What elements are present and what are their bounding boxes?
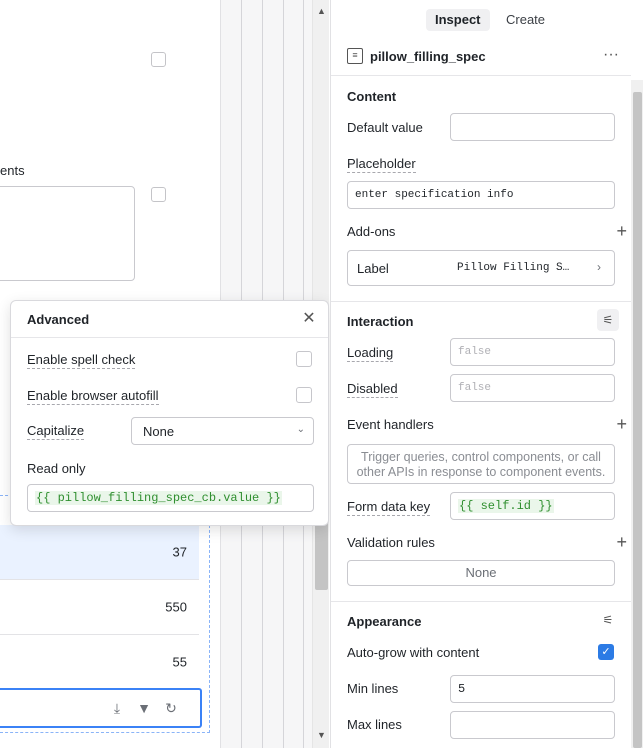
settings-sliders-icon[interactable]: ⚟ (597, 609, 619, 631)
tab-inspect[interactable]: Inspect (426, 9, 490, 31)
readonly-label: Read only (27, 461, 86, 476)
download-icon[interactable]: ⤓ (108, 699, 126, 717)
canvas-textarea[interactable] (0, 186, 135, 281)
loading-placeholder: false (458, 346, 492, 358)
add-addon-icon[interactable]: + (616, 222, 627, 240)
popover-title: Advanced (27, 312, 90, 327)
chevron-down-icon: ⌄ (296, 424, 305, 435)
table-row[interactable]: 37 (0, 525, 199, 580)
disabled-input[interactable]: false (450, 374, 615, 402)
add-event-handler-icon[interactable]: + (616, 415, 627, 433)
chevron-right-icon: › (597, 260, 601, 274)
autofill-label: Enable browser autofill (27, 388, 159, 405)
scroll-down-icon[interactable]: ▼ (313, 728, 330, 742)
refresh-icon[interactable]: ↻ (162, 699, 180, 717)
default-value-input[interactable] (450, 113, 615, 141)
placeholder-input[interactable]: enter specification info (347, 181, 615, 209)
component-header: ≡ pillow_filling_spec ··· (331, 38, 631, 76)
settings-sliders-icon[interactable]: ⚟ (597, 309, 619, 331)
appearance-title: Appearance (347, 614, 422, 629)
min-lines-input[interactable]: 5 (450, 675, 615, 703)
scroll-up-icon[interactable]: ▲ (313, 4, 330, 18)
scrollbar-thumb[interactable] (633, 92, 642, 748)
table-toolbar: ⤓ ▼ ↻ (0, 688, 202, 728)
inspector-panel: Inspect Create ≡ pillow_filling_spec ···… (330, 0, 643, 748)
component-name[interactable]: pillow_filling_spec (370, 49, 486, 64)
placeholder-label: Placeholder (347, 156, 416, 173)
capitalize-label: Capitalize (27, 423, 85, 440)
min-lines-value: 5 (458, 682, 466, 696)
advanced-popover: Advanced ✕ Enable spell check Enable bro… (10, 300, 329, 526)
table-cell-value: 55 (172, 654, 187, 670)
spell-check-row: Enable spell check (27, 349, 312, 371)
addon-label: Label (357, 261, 389, 276)
loading-label: Loading (347, 345, 394, 362)
addons-label: Add-ons (347, 224, 396, 239)
table-cell-value: 550 (165, 599, 187, 615)
text-area-icon: ≡ (347, 48, 363, 64)
inspector-scrollbar[interactable] (631, 80, 643, 748)
autogrow-checkbox[interactable]: ✓ (598, 644, 614, 660)
disabled-placeholder: false (458, 382, 492, 394)
table-cell-value: 37 (172, 544, 187, 560)
capitalize-row: Capitalize None ⌄ (27, 417, 314, 445)
validation-rules-label: Validation rules (347, 535, 435, 550)
capitalize-value: None (143, 424, 175, 439)
form-data-key-value: {{ self.id }} (458, 499, 554, 513)
min-lines-label: Min lines (347, 681, 399, 696)
max-lines-input[interactable] (450, 711, 615, 739)
capitalize-select[interactable]: None ⌄ (131, 417, 314, 445)
loading-input[interactable]: false (450, 338, 615, 366)
validation-rules-none[interactable]: None (347, 560, 615, 586)
max-lines-label: Max lines (347, 717, 402, 732)
readonly-row: Read only (27, 458, 312, 480)
addon-value: Pillow Filling S… (457, 262, 570, 274)
tab-create[interactable]: Create (497, 9, 554, 31)
event-handler-hint: Trigger queries, control components, or … (347, 444, 615, 484)
addon-label-row[interactable]: Label Pillow Filling S… › (347, 250, 615, 286)
more-options-icon[interactable]: ··· (603, 46, 619, 64)
canvas-field-label: ents (0, 163, 25, 178)
autofill-row: Enable browser autofill (27, 385, 312, 407)
spell-check-checkbox[interactable] (296, 351, 312, 367)
placeholder-value: enter specification info (355, 189, 514, 201)
autogrow-label: Auto-grow with content (347, 645, 480, 660)
close-icon[interactable]: ✕ (300, 310, 318, 328)
readonly-input[interactable]: {{ pillow_filling_spec_cb.value }} (27, 484, 314, 512)
autofill-checkbox[interactable] (296, 387, 312, 403)
spell-check-label: Enable spell check (27, 352, 136, 369)
inspector-tabs: Inspect Create (331, 0, 643, 38)
form-data-key-label: Form data key (347, 499, 431, 516)
interaction-title: Interaction (347, 314, 414, 329)
table-row[interactable]: 550 (0, 580, 199, 635)
filter-icon[interactable]: ▼ (135, 699, 153, 717)
content-title: Content (347, 89, 397, 104)
add-validation-icon[interactable]: + (616, 533, 627, 551)
canvas-checkbox-top[interactable] (151, 52, 166, 67)
popover-header: Advanced ✕ (11, 301, 328, 338)
readonly-code-value: {{ pillow_filling_spec_cb.value }} (35, 491, 282, 505)
table-row[interactable]: 55 (0, 635, 199, 690)
scrollbar-thumb[interactable] (315, 520, 328, 590)
event-handlers-label: Event handlers (347, 417, 434, 432)
canvas-checkbox-mid[interactable] (151, 187, 166, 202)
disabled-label: Disabled (347, 381, 398, 398)
form-data-key-input[interactable]: {{ self.id }} (450, 492, 615, 520)
default-value-label: Default value (347, 120, 423, 135)
